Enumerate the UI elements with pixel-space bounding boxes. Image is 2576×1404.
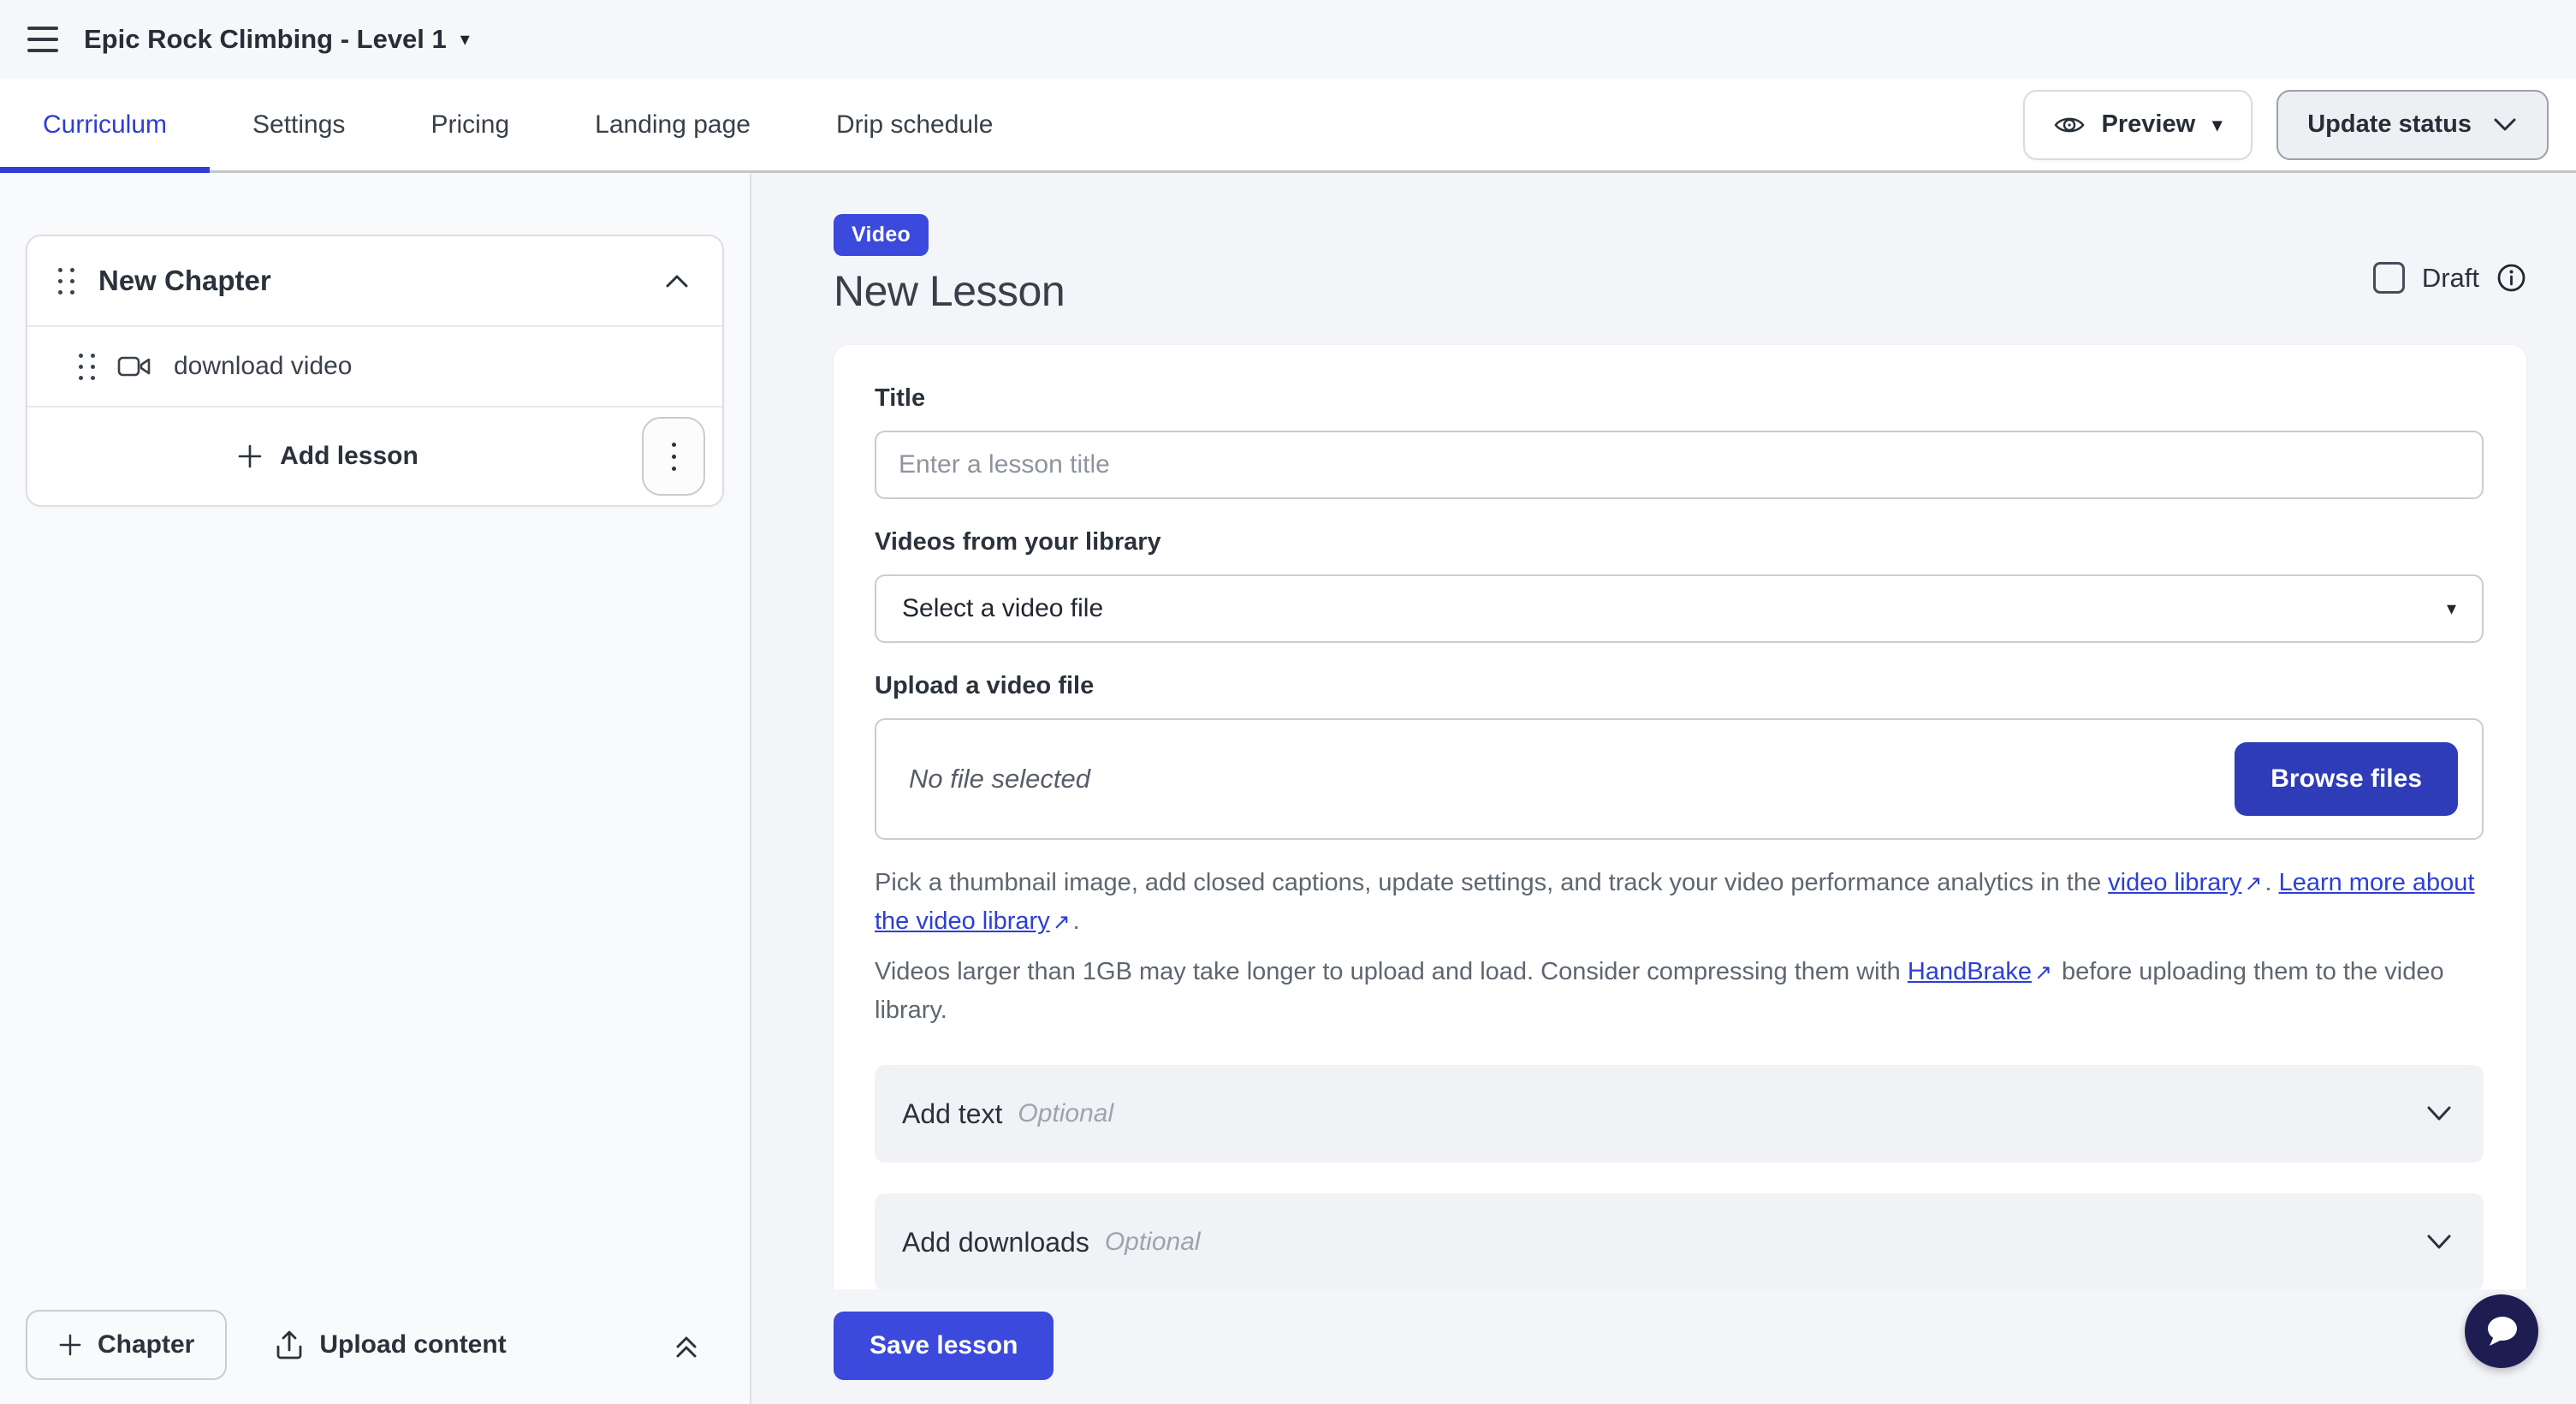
title-field-label: Title <box>875 384 2484 413</box>
info-icon[interactable] <box>2496 263 2526 293</box>
lesson-header: Video New Lesson Draft <box>834 214 2526 316</box>
video-library-label: Videos from your library <box>875 528 2484 556</box>
upload-field: Upload a video file No file selected Bro… <box>875 672 2484 840</box>
add-text-optional-hint: Optional <box>1018 1099 2425 1128</box>
chapter-header[interactable]: New Chapter <box>27 236 722 325</box>
help-text: . <box>1073 907 1080 935</box>
hamburger-menu-icon[interactable] <box>27 27 58 52</box>
chevron-up-icon[interactable] <box>664 272 690 289</box>
add-chapter-button[interactable]: Chapter <box>26 1310 227 1380</box>
chapter-card: New Chapter download video <box>26 235 724 507</box>
external-link-icon: ↗ <box>2241 865 2264 902</box>
collapse-all-icon[interactable] <box>671 1330 702 1360</box>
plus-icon <box>237 443 263 469</box>
help-text: Pick a thumbnail image, add closed capti… <box>875 869 2108 896</box>
curriculum-sidebar: New Chapter download video <box>0 173 751 1404</box>
video-library-link[interactable]: video library <box>2108 869 2241 896</box>
lesson-form-card: Title Videos from your library Select a … <box>834 345 2526 1325</box>
lesson-item[interactable]: download video <box>27 327 722 406</box>
upload-field-label: Upload a video file <box>875 672 2484 700</box>
chat-bubble-icon <box>2482 1313 2521 1349</box>
page-title: New Lesson <box>834 266 1065 316</box>
chapter-footer: Add lesson <box>27 408 722 505</box>
plus-icon <box>58 1333 82 1357</box>
draft-toggle: Draft <box>2373 262 2526 294</box>
upload-icon <box>275 1330 304 1360</box>
save-footer: Save lesson <box>751 1289 2576 1404</box>
add-downloads-optional-hint: Optional <box>1105 1228 2425 1257</box>
chevron-down-icon <box>2425 1233 2453 1252</box>
title-field: Title <box>875 384 2484 499</box>
tab-drip-schedule[interactable]: Drip schedule <box>793 79 1036 170</box>
lesson-editor: Video New Lesson Draft Title <box>751 173 2576 1404</box>
preview-button[interactable]: Preview ▾ <box>2023 90 2253 160</box>
draft-label: Draft <box>2422 263 2479 294</box>
add-downloads-label: Add downloads <box>902 1227 1089 1258</box>
video-library-field: Videos from your library Select a video … <box>875 528 2484 643</box>
video-library-selected-value: Select a video file <box>902 594 2447 623</box>
help-text: . <box>2264 869 2278 896</box>
chevron-down-icon <box>2492 116 2518 134</box>
add-text-label: Add text <box>902 1098 1002 1130</box>
drag-handle-icon[interactable] <box>58 268 74 294</box>
video-library-help-text: Pick a thumbnail image, add closed capti… <box>875 864 2484 941</box>
top-bar: Epic Rock Climbing - Level 1 ▾ <box>0 0 2576 79</box>
lesson-type-badge: Video <box>834 214 929 256</box>
file-dropzone[interactable]: No file selected Browse files <box>875 718 2484 840</box>
lesson-title-input[interactable] <box>875 431 2484 499</box>
no-file-text: No file selected <box>909 764 2235 794</box>
tab-landing-page[interactable]: Landing page <box>552 79 793 170</box>
tab-pricing[interactable]: Pricing <box>388 79 552 170</box>
course-switcher[interactable]: Epic Rock Climbing - Level 1 ▾ <box>84 24 470 55</box>
update-status-label: Update status <box>2307 110 2472 139</box>
drag-handle-icon[interactable] <box>79 354 95 380</box>
add-downloads-accordion[interactable]: Add downloads Optional <box>875 1193 2484 1291</box>
chapter-options-button[interactable] <box>642 417 705 496</box>
save-lesson-button[interactable]: Save lesson <box>834 1312 1054 1380</box>
add-chapter-label: Chapter <box>98 1330 194 1359</box>
video-library-select[interactable]: Select a video file ▾ <box>875 574 2484 643</box>
tab-bar: Curriculum Settings Pricing Landing page… <box>0 79 2576 173</box>
caret-down-icon: ▾ <box>2212 116 2222 134</box>
upload-content-label: Upload content <box>319 1330 506 1359</box>
handbrake-link[interactable]: HandBrake <box>1908 958 2032 985</box>
add-text-accordion[interactable]: Add text Optional <box>875 1065 2484 1163</box>
lesson-title: download video <box>174 352 353 381</box>
chapter-title: New Chapter <box>98 265 640 297</box>
help-text: Videos larger than 1GB may take longer t… <box>875 958 1908 985</box>
browse-files-button[interactable]: Browse files <box>2235 742 2458 816</box>
external-link-icon: ↗ <box>1050 903 1073 941</box>
video-camera-icon <box>117 354 151 378</box>
add-lesson-button[interactable]: Add lesson <box>27 408 628 505</box>
tab-settings[interactable]: Settings <box>210 79 388 170</box>
update-status-button[interactable]: Update status <box>2276 90 2549 160</box>
caret-down-icon: ▾ <box>2447 599 2456 618</box>
eye-icon <box>2054 114 2085 136</box>
chevron-down-icon <box>2425 1104 2453 1123</box>
preview-label: Preview <box>2102 110 2196 139</box>
add-lesson-label: Add lesson <box>280 442 418 471</box>
upload-content-button[interactable]: Upload content <box>275 1330 506 1360</box>
external-link-icon: ↗ <box>2032 954 2055 991</box>
chat-widget-button[interactable] <box>2465 1294 2538 1368</box>
lesson-header-left: Video New Lesson <box>834 214 1065 316</box>
kebab-icon <box>672 443 676 447</box>
tab-curriculum[interactable]: Curriculum <box>0 79 210 170</box>
compression-help-text: Videos larger than 1GB may take longer t… <box>875 953 2484 1029</box>
tabbar-actions: Preview ▾ Update status <box>2023 79 2576 170</box>
caret-down-icon: ▾ <box>460 30 470 49</box>
draft-checkbox[interactable] <box>2373 262 2405 294</box>
course-title: Epic Rock Climbing - Level 1 <box>84 24 447 55</box>
sidebar-footer: Chapter Upload content <box>0 1286 750 1404</box>
